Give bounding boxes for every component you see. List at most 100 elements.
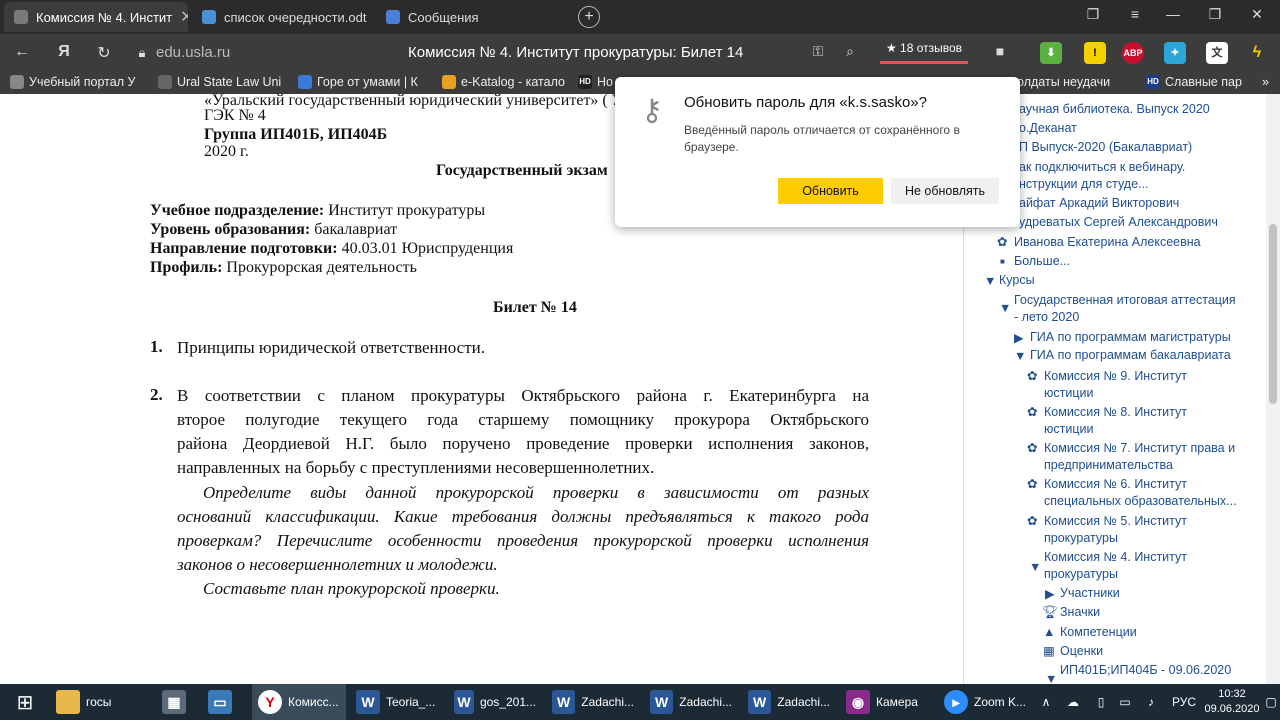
extension-icon[interactable]: ✦ bbox=[1164, 42, 1186, 64]
nav-participants[interactable]: Участники bbox=[1060, 585, 1120, 602]
taskbar-word[interactable]: W Teoria_... bbox=[350, 684, 444, 720]
tab-commission[interactable]: Комиссия № 4. Инстит ✕ bbox=[4, 2, 188, 32]
nav-link[interactable]: Иванова Екатерина Алексеевна bbox=[1014, 234, 1201, 251]
bookmark-item[interactable]: HD Славные пар bbox=[1146, 75, 1242, 89]
chevron-down-icon[interactable]: ▼ bbox=[1045, 671, 1057, 684]
taskbar-word[interactable]: Wgos_201... bbox=[448, 684, 542, 720]
badge-icon: 🏆︎ bbox=[1042, 605, 1058, 619]
nav-course[interactable]: Комиссия № 5. Институт bbox=[1044, 513, 1187, 530]
taskbar-folder[interactable]: госы bbox=[50, 684, 150, 720]
taskbar-calculator[interactable]: ▦ bbox=[156, 684, 196, 720]
yandex-logo-icon[interactable]: Я bbox=[52, 43, 76, 61]
clock[interactable]: 10:32 09.06.2020 bbox=[1204, 687, 1260, 717]
tab-odt-document[interactable]: список очередности.odt bbox=[192, 2, 372, 32]
nav-link[interactable]: удреватых Сергей Александрович bbox=[1019, 214, 1218, 231]
more-bookmarks-icon[interactable]: » bbox=[1262, 75, 1269, 89]
nav-section[interactable]: ИП401Б;ИП404Б - 09.06.2020 bbox=[1060, 662, 1231, 679]
minimize-icon[interactable]: — bbox=[1158, 6, 1188, 22]
nav-course[interactable]: - лето 2020 bbox=[1014, 309, 1079, 326]
close-window-icon[interactable]: ✕ bbox=[1242, 6, 1272, 23]
taskbar-browser[interactable]: Y Комисс... bbox=[252, 684, 346, 720]
nav-course-current[interactable]: прокуратуры bbox=[1044, 566, 1118, 583]
url-field[interactable]: edu.usla.ru bbox=[156, 44, 230, 61]
translate-icon[interactable]: 文 bbox=[1206, 42, 1228, 64]
bookmark-item[interactable]: HD Но bbox=[578, 75, 613, 89]
lock-icon: 🔒︎ bbox=[138, 45, 146, 60]
bookmark-icon[interactable]: ■ bbox=[988, 43, 1012, 59]
adblock-icon[interactable]: ABP bbox=[1122, 42, 1144, 64]
volume-icon[interactable]: ♪ bbox=[1140, 684, 1162, 720]
nav-link[interactable]: о.Деканат bbox=[1019, 120, 1077, 137]
nav-course[interactable]: прокуратуры bbox=[1044, 530, 1118, 547]
nav-competencies[interactable]: Компетенции bbox=[1060, 624, 1137, 641]
back-icon[interactable]: ← bbox=[10, 43, 34, 61]
nav-course[interactable]: предпринимательства bbox=[1044, 457, 1173, 474]
nav-course[interactable]: Комиссия № 9. Институт bbox=[1044, 368, 1187, 385]
chevron-down-icon[interactable]: ▼ bbox=[1029, 559, 1041, 576]
nav-course[interactable]: специальных образовательных... bbox=[1044, 493, 1237, 510]
taskbar-zoom[interactable]: ▸ Zoom K... bbox=[938, 684, 1032, 720]
nav-link-more[interactable]: Больше... bbox=[1014, 253, 1070, 270]
taskbar-word[interactable]: W Zadachi... bbox=[546, 684, 640, 720]
chevron-down-icon[interactable]: ▼ bbox=[999, 300, 1011, 317]
chevron-right-icon[interactable]: ▶ bbox=[1014, 330, 1024, 347]
bookmark-item[interactable]: Солдаты неудачи bbox=[1008, 75, 1110, 89]
bookmark-item[interactable]: Ural State Law Uni bbox=[158, 75, 281, 89]
restore-icon[interactable]: ❐ bbox=[1200, 6, 1230, 23]
update-password-button[interactable]: Обновить bbox=[778, 178, 883, 204]
windows-start-icon[interactable]: ⊞ bbox=[4, 684, 46, 720]
nav-link[interactable]: П Выпуск-2020 (Бакалавриат) bbox=[1019, 139, 1192, 156]
nav-course[interactable]: Комиссия № 8. Институт bbox=[1044, 404, 1187, 421]
chevron-right-icon[interactable]: ▶ bbox=[1045, 586, 1055, 603]
taskbar-word[interactable]: W Zadachi... bbox=[644, 684, 738, 720]
new-tab-button[interactable]: + bbox=[578, 6, 600, 28]
nav-link[interactable]: нструкции для студе... bbox=[1019, 176, 1148, 193]
onedrive-icon[interactable]: ☁ bbox=[1060, 684, 1086, 720]
key-icon[interactable]: ⚿ bbox=[806, 43, 830, 60]
nav-course[interactable]: юстиции bbox=[1044, 385, 1093, 402]
download-extension-icon[interactable]: ⬇ bbox=[1040, 42, 1062, 64]
doc-field: Уровень образования: бакалавриат bbox=[150, 221, 398, 238]
taskbar-computer[interactable]: ▭ bbox=[202, 684, 246, 720]
nav-course[interactable]: ГИА по программам магистратуры bbox=[1030, 329, 1231, 346]
tab-messages[interactable]: Сообщения bbox=[376, 2, 566, 32]
reviews-badge[interactable]: ★ 18 отзывов bbox=[880, 40, 968, 64]
reload-icon[interactable]: ↻ bbox=[92, 43, 116, 63]
bookmark-item[interactable]: Горе от умами | К bbox=[298, 75, 418, 89]
do-not-update-button[interactable]: Не обновлять bbox=[891, 178, 999, 204]
tab-manager-icon[interactable]: ❐ bbox=[1078, 6, 1108, 23]
language-indicator[interactable]: РУС bbox=[1166, 684, 1202, 720]
computer-icon: ▭ bbox=[208, 690, 232, 714]
nav-link[interactable]: ак подключиться к вебинару. bbox=[1019, 159, 1185, 176]
clock-date: 09.06.2020 bbox=[1204, 703, 1260, 715]
task-text-line: проверкам? Перечислите особенности прове… bbox=[177, 531, 869, 550]
zoom-icon[interactable]: ⌕ bbox=[838, 43, 862, 60]
nav-section-courses[interactable]: Курсы bbox=[999, 272, 1035, 289]
nav-link[interactable]: аучная библиотека. Выпуск 2020 bbox=[1019, 101, 1210, 118]
nav-grades[interactable]: Оценки bbox=[1060, 643, 1103, 660]
battery-icon[interactable]: ▭ bbox=[1114, 684, 1136, 720]
nav-link[interactable]: айфат Аркадий Викторович bbox=[1019, 195, 1179, 212]
lightning-icon[interactable]: ϟ bbox=[1246, 42, 1268, 64]
scrollbar-thumb[interactable] bbox=[1269, 224, 1277, 404]
menu-icon[interactable]: ≡ bbox=[1120, 6, 1150, 22]
chevron-down-icon[interactable]: ▼ bbox=[984, 273, 996, 290]
nav-course[interactable]: Комиссия № 6. Институт bbox=[1044, 476, 1187, 493]
nav-course[interactable]: ГИА по программам бакалавриата bbox=[1030, 347, 1231, 364]
notifications-icon[interactable]: ▢ bbox=[1262, 684, 1280, 720]
nav-course-current[interactable]: Комиссия № 4. Институт bbox=[1044, 549, 1187, 566]
nav-course[interactable]: Государственная итоговая аттестация bbox=[1014, 292, 1236, 309]
chevron-down-icon[interactable]: ▼ bbox=[1014, 348, 1026, 365]
taskbar-word[interactable]: W Zadachi... bbox=[742, 684, 836, 720]
bookmark-item[interactable]: Учебный портал У bbox=[10, 75, 135, 89]
scrollbar[interactable] bbox=[1266, 94, 1280, 684]
close-tab-icon[interactable]: ✕ bbox=[180, 7, 188, 27]
nav-badges[interactable]: Значки bbox=[1060, 604, 1100, 621]
network-icon[interactable]: ▯ bbox=[1090, 684, 1112, 720]
nav-course[interactable]: юстиции bbox=[1044, 421, 1093, 438]
extension-icon[interactable]: ! bbox=[1084, 42, 1106, 64]
bookmark-item[interactable]: e-Katalog - катало bbox=[442, 75, 565, 89]
nav-course[interactable]: Комиссия № 7. Институт права и bbox=[1044, 440, 1235, 457]
tray-expand-icon[interactable]: ∧ bbox=[1036, 684, 1056, 720]
taskbar-camera[interactable]: ◉ Камера bbox=[840, 684, 934, 720]
